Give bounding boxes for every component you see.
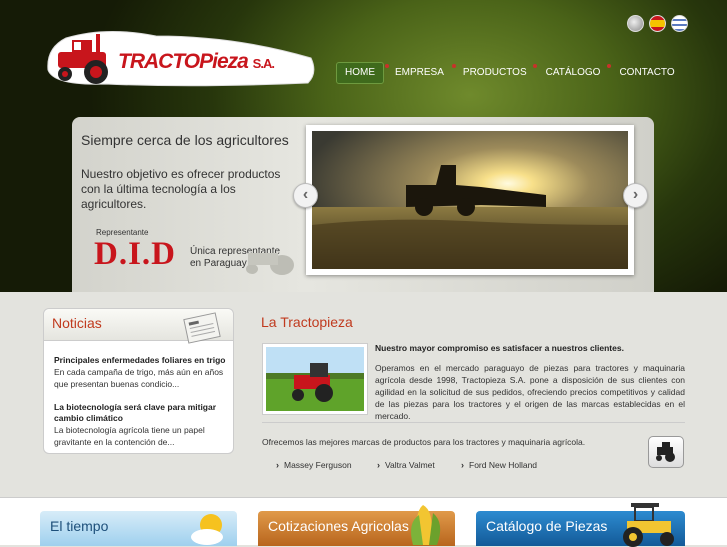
brand-label: Massey Ferguson bbox=[284, 460, 352, 470]
footer: El tiempo Cotizaciones Agricolas Catálog… bbox=[0, 497, 727, 547]
nav-separator bbox=[385, 64, 389, 68]
red-tractor-image bbox=[266, 347, 364, 411]
slideshow-prev-button[interactable]: ‹ bbox=[293, 183, 318, 208]
news-item-title[interactable]: Principales enfermedades foliares en tri… bbox=[54, 355, 229, 366]
slideshow-next-button[interactable]: › bbox=[623, 183, 648, 208]
nav-home[interactable]: HOME bbox=[336, 62, 384, 84]
tractor-button-icon[interactable] bbox=[648, 436, 684, 468]
weather-tile[interactable]: El tiempo bbox=[40, 511, 237, 546]
news-panel: Noticias Principales enfermedades foliar… bbox=[43, 308, 234, 454]
sun-cloud-icon bbox=[191, 514, 223, 545]
news-item-text: En cada campaña de trigo, más aún en año… bbox=[54, 367, 224, 389]
header: TRACTOPieza S.A. HOME EMPRESA PRODUCTOS … bbox=[0, 0, 727, 292]
yellow-tractor-icon bbox=[623, 503, 674, 547]
brand-label: Ford New Holland bbox=[469, 460, 538, 470]
nav-separator bbox=[607, 64, 611, 68]
logo-text-pieza: Pieza bbox=[199, 50, 249, 73]
language-portuguese-icon[interactable] bbox=[671, 15, 688, 32]
logo-text-sa: S.A. bbox=[252, 56, 275, 71]
weather-tile-label: El tiempo bbox=[50, 518, 109, 534]
chevron-right-icon: › bbox=[377, 460, 380, 470]
slideshow-image-frame bbox=[306, 125, 634, 275]
logo-text-tracto: TRACTO bbox=[118, 50, 200, 73]
chevron-right-icon: › bbox=[276, 460, 279, 470]
brand-link-massey-ferguson[interactable]: › Massey Ferguson bbox=[276, 460, 352, 470]
language-spanish-icon[interactable] bbox=[649, 15, 666, 32]
divider bbox=[262, 422, 685, 423]
nav-separator bbox=[452, 64, 456, 68]
corn-icon bbox=[411, 505, 441, 545]
parts-catalog-tile[interactable]: Catálogo de Piezas bbox=[476, 503, 685, 547]
brand-link-valtra-valmet[interactable]: › Valtra Valmet bbox=[377, 460, 435, 470]
offer-text: Ofrecemos las mejores marcas de producto… bbox=[262, 437, 586, 447]
tractor-photo bbox=[262, 343, 368, 415]
crop-prices-tile-label: Cotizaciones Agricolas bbox=[268, 518, 409, 534]
did-logo: D.I.D bbox=[94, 236, 177, 272]
main-title: La Tractopieza bbox=[261, 314, 353, 330]
nav-productos[interactable]: PRODUCTOS bbox=[455, 62, 535, 84]
tractor-icon bbox=[656, 442, 675, 462]
nav-catalogo[interactable]: CATÁLOGO bbox=[538, 62, 609, 84]
brand-label: Valtra Valmet bbox=[385, 460, 435, 470]
logo[interactable]: TRACTOPieza S.A. bbox=[46, 28, 316, 88]
nav-empresa[interactable]: EMPRESA bbox=[387, 62, 452, 84]
parts-catalog-tile-label: Catálogo de Piezas bbox=[486, 518, 608, 534]
news-title: Noticias bbox=[52, 315, 102, 331]
news-item-text: La biotecnología agrícola tiene un papel… bbox=[54, 425, 205, 447]
hero-banner: Siempre cerca de los agricultores Nuestr… bbox=[72, 117, 654, 292]
crop-prices-tile[interactable]: Cotizaciones Agricolas bbox=[258, 505, 455, 546]
hero-title: Siempre cerca de los agricultores bbox=[81, 132, 289, 148]
chevron-right-icon: › bbox=[461, 460, 464, 470]
language-english-icon[interactable] bbox=[627, 15, 644, 32]
main-headline: Nuestro mayor compromiso es satisfacer a… bbox=[375, 343, 624, 353]
nav-separator bbox=[533, 64, 537, 68]
brand-link-ford-new-holland[interactable]: › Ford New Holland bbox=[461, 460, 537, 470]
news-item-title[interactable]: La biotecnología será clave para mitigar… bbox=[54, 402, 229, 424]
newspaper-icon bbox=[183, 312, 221, 344]
main-body: Operamos en el mercado paraguayo de piez… bbox=[375, 363, 685, 421]
tractor-watermark-icon bbox=[246, 253, 294, 275]
hero-text: Nuestro objetivo es ofrecer productos co… bbox=[81, 167, 281, 211]
harvest-sunset-image bbox=[312, 131, 628, 269]
nav-contacto[interactable]: CONTACTO bbox=[611, 62, 682, 84]
